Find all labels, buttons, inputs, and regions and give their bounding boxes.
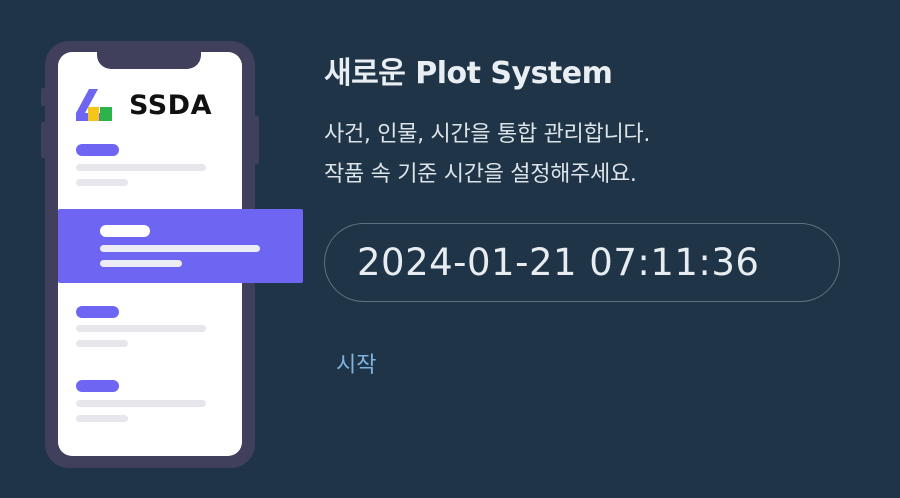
card-pill [100,225,150,237]
card-line [100,245,260,252]
list-item-line [76,340,128,347]
phone-notch [97,41,201,69]
base-time-input[interactable]: 2024-01-21 07:11:36 [324,223,840,302]
list-item-line [76,325,206,332]
start-button[interactable]: 시작 [336,347,376,379]
logo-text: SSDA [129,90,212,121]
list-item-line [76,179,128,186]
page-title: 새로운 Plot System [324,56,613,91]
list-item-pill [76,144,119,156]
list-item-line [76,415,128,422]
description-line-1: 사건, 인물, 시간을 통합 관리합니다. [324,122,651,147]
base-time-value[interactable]: 2024-01-21 07:11:36 [357,241,759,284]
list-item-line [76,400,206,407]
list-item-pill [76,306,119,318]
highlighted-card [58,209,303,283]
phone-side-button [253,116,259,164]
card-line [100,260,182,267]
phone-side-button [41,88,47,106]
ssda-logo-icon [76,87,116,127]
list-item-pill [76,380,119,392]
list-item-line [76,164,206,171]
description-line-2: 작품 속 기준 시간을 설정해주세요. [324,162,637,187]
phone-side-button [41,122,47,158]
